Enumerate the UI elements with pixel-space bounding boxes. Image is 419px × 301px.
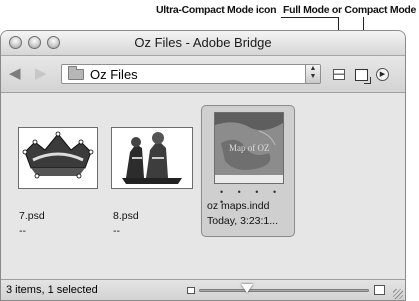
- selected-item-oz-maps[interactable]: Map of OZ • • • • • oz maps.indd Today, …: [201, 105, 295, 237]
- thumbnail-8-psd[interactable]: [111, 127, 193, 189]
- thumbnail-oz-maps-indd[interactable]: Map of OZ: [214, 112, 284, 184]
- slider-thumb[interactable]: [241, 284, 253, 293]
- large-thumbnail-icon[interactable]: [374, 285, 385, 295]
- file-name-7: 7.psd: [19, 210, 45, 222]
- leader-line-ultra-horizontal: [281, 17, 339, 18]
- map-text: Map of OZ: [229, 143, 270, 153]
- status-text: 3 items, 1 selected: [6, 284, 98, 296]
- ultra-compact-mode-icon[interactable]: [333, 69, 345, 80]
- full-compact-mode-icon[interactable]: [355, 69, 371, 84]
- thumbnail-7-psd[interactable]: [18, 127, 98, 189]
- status-bar: 3 items, 1 selected: [1, 279, 405, 300]
- file-date-7: --: [19, 225, 26, 237]
- file-name-oz-maps: oz maps.indd: [207, 200, 270, 212]
- file-name-8: 8.psd: [113, 210, 139, 222]
- callout-full-compact: Full Mode or Compact Mode icon: [283, 4, 419, 16]
- path-label: Oz Files: [90, 67, 138, 82]
- window-menu-icon[interactable]: ▶: [376, 68, 389, 81]
- file-date-8: --: [113, 225, 120, 237]
- folder-icon: [68, 66, 84, 80]
- content-panel: 7.psd -- 8.psd -- Map of OZ • • • • • oz…: [1, 93, 405, 279]
- crown-image: [22, 131, 94, 179]
- bridge-window: Oz Files - Adobe Bridge ◀ ▶ Oz Files ▲ ▼ …: [0, 30, 406, 301]
- thumbnail-size-slider[interactable]: [199, 289, 369, 292]
- map-image: Map of OZ: [215, 113, 283, 183]
- forward-arrow-icon[interactable]: ▶: [35, 66, 47, 81]
- small-thumbnail-icon[interactable]: [187, 287, 195, 294]
- callout-ultra-compact: Ultra-Compact Mode icon: [156, 4, 277, 16]
- toolbar: ◀ ▶ Oz Files ▲ ▼ ▶: [1, 56, 405, 93]
- path-stepper-icon[interactable]: ▲ ▼: [305, 65, 320, 83]
- window-title: Oz Files - Adobe Bridge: [134, 35, 272, 50]
- title-bar[interactable]: Oz Files - Adobe Bridge: [1, 31, 405, 56]
- path-popup[interactable]: Oz Files ▲ ▼: [61, 64, 321, 84]
- file-date-oz-maps: Today, 3:23:1...: [207, 215, 279, 227]
- back-arrow-icon[interactable]: ◀: [9, 66, 21, 81]
- figures-image: [122, 132, 182, 184]
- resize-grip-icon[interactable]: [393, 289, 403, 299]
